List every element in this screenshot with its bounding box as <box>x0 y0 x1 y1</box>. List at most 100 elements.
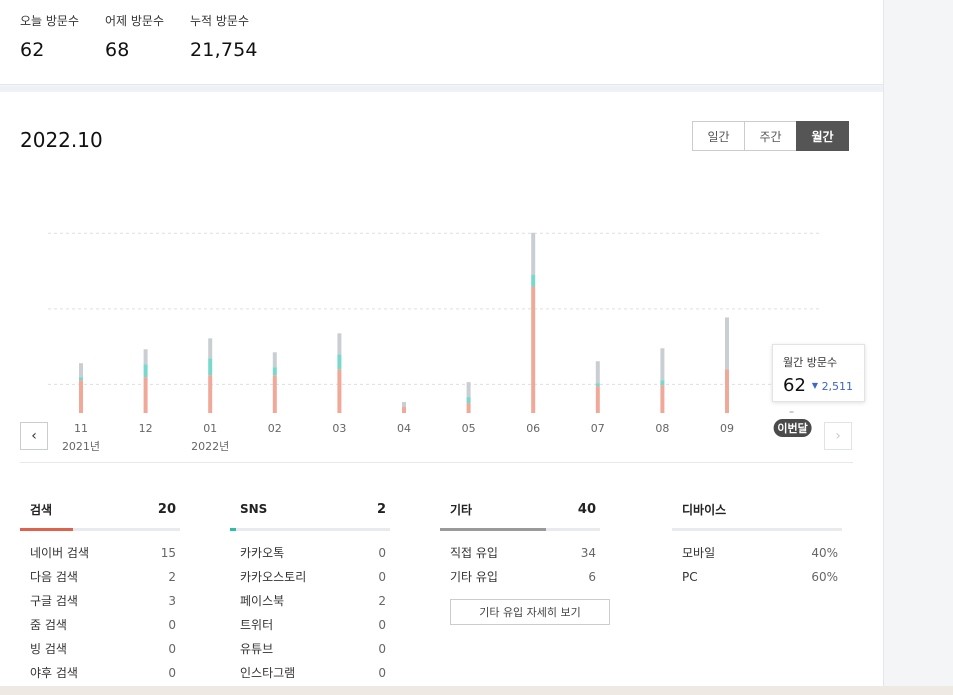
tick-label: 01 <box>203 422 217 435</box>
device-title: 디바이스 <box>682 502 727 517</box>
bar-sns-6[interactable] <box>466 397 471 404</box>
sns-list-item: 카카오톡 0 <box>230 541 390 565</box>
sns-item-value: 0 <box>378 666 386 680</box>
tooltip-delta-value: 2,511 <box>821 380 854 393</box>
device-section: 디바이스 모바일 40% PC 60% <box>672 498 842 589</box>
yesterday-visits-value: 68 <box>105 39 130 61</box>
device-list-item: PC 60% <box>672 565 842 589</box>
chart-prev-button[interactable]: ‹ <box>20 422 48 450</box>
search-list-item: 빙 검색 0 <box>20 637 180 661</box>
bar-sns-1[interactable] <box>143 364 148 378</box>
tick-label: 이번달 <box>777 421 807 435</box>
total-visits-value: 21,754 <box>190 39 258 61</box>
bar-etc-3[interactable] <box>272 352 277 368</box>
sns-item-label: 카카오톡 <box>240 546 285 560</box>
bar-etc-6[interactable] <box>466 382 471 398</box>
sns-item-label: 카카오스토리 <box>240 570 307 584</box>
tick-label: 12 <box>139 422 153 435</box>
search-list-item: 줌 검색 0 <box>20 613 180 637</box>
tick-label: 04 <box>397 422 411 435</box>
search-item-label: 네이버 검색 <box>30 546 90 560</box>
sns-total: 2 <box>376 501 386 517</box>
bar-etc-1[interactable] <box>143 349 148 365</box>
sns-title: SNS <box>240 502 268 516</box>
bar-sns-9[interactable] <box>660 380 665 386</box>
sns-list-item: 카카오스토리 0 <box>230 565 390 589</box>
sns-item-value: 0 <box>378 570 386 584</box>
etc-total: 40 <box>577 501 596 517</box>
divider <box>20 462 853 463</box>
bar-sns-3[interactable] <box>272 367 277 376</box>
bar-search-6[interactable] <box>466 403 471 413</box>
search-title: 검색 <box>30 502 53 517</box>
bar-sns-0[interactable] <box>79 377 83 381</box>
bar-search-4[interactable] <box>337 369 342 413</box>
sns-list-item: 유튜브 0 <box>230 637 390 661</box>
search-item-label: 줌 검색 <box>30 618 67 632</box>
bar-etc-4[interactable] <box>337 333 342 355</box>
search-item-value: 0 <box>168 618 176 632</box>
sns-item-value: 2 <box>378 594 386 608</box>
bar-etc-10[interactable] <box>725 317 729 370</box>
bar-search-2[interactable] <box>208 375 213 413</box>
today-visits-value: 62 <box>20 39 45 61</box>
device-divider <box>672 528 842 531</box>
tick-label: 09 <box>720 422 734 435</box>
total-visits: 누적 방문수 21,754 <box>190 12 258 61</box>
bar-sns-8[interactable] <box>595 383 600 387</box>
bar-sns-4[interactable] <box>337 354 342 370</box>
sns-item-label: 트위터 <box>240 618 274 632</box>
bar-etc-0[interactable] <box>79 363 83 378</box>
sns-list-item: 페이스북 2 <box>230 589 390 613</box>
bar-search-9[interactable] <box>660 385 665 413</box>
sns-section: SNS 2 카카오톡 0 카카오스토리 0 페이스북 2 트위터 0 유튜브 0 인스타그램 0 <box>230 498 390 685</box>
tick-label: 03 <box>332 422 346 435</box>
tooltip-value: 62 <box>783 375 806 396</box>
bar-etc-11[interactable] <box>789 411 794 413</box>
visit-summary-card: 오늘 방문수 62 어제 방문수 68 누적 방문수 21,754 <box>0 0 883 85</box>
bar-etc-5[interactable] <box>402 402 406 408</box>
chart-tooltip: 월간 방문수 62 ▼ 2,511 <box>772 344 865 402</box>
tooltip-delta: ▼ 2,511 <box>812 380 853 393</box>
bar-search-0[interactable] <box>79 380 83 413</box>
search-item-label: 빙 검색 <box>30 642 67 656</box>
sns-item-label: 페이스북 <box>240 594 285 608</box>
bar-search-5[interactable] <box>402 407 406 413</box>
etc-item-value: 34 <box>580 546 596 560</box>
bar-sns-2[interactable] <box>208 358 213 376</box>
search-item-value: 0 <box>168 666 176 680</box>
bar-search-10[interactable] <box>725 369 729 413</box>
yesterday-visits: 어제 방문수 68 <box>105 12 164 61</box>
etc-detail-button[interactable]: 기타 유입 자세히 보기 <box>450 599 610 625</box>
bar-sns-7[interactable] <box>531 274 536 287</box>
bar-etc-7[interactable] <box>531 232 536 275</box>
sns-item-value: 0 <box>378 618 386 632</box>
bar-search-7[interactable] <box>531 286 536 413</box>
bar-etc-9[interactable] <box>660 348 665 381</box>
year-label: 2022년 <box>191 440 229 453</box>
sns-list: 카카오톡 0 카카오스토리 0 페이스북 2 트위터 0 유튜브 0 인스타그램 0 <box>230 541 390 685</box>
chevron-right-icon: › <box>835 428 841 444</box>
chevron-left-icon: ‹ <box>31 428 37 444</box>
etc-list-item: 직접 유입 34 <box>440 541 600 565</box>
chart-next-button[interactable]: › <box>824 422 852 450</box>
bar-etc-8[interactable] <box>595 361 600 384</box>
search-item-label: 구글 검색 <box>30 594 78 608</box>
sns-item-label: 인스타그램 <box>240 666 296 680</box>
search-item-value: 0 <box>168 642 176 656</box>
etc-section: 기타 40 직접 유입 34 기타 유입 6 기타 유입 자세히 보기 <box>440 498 610 625</box>
sns-item-value: 0 <box>378 642 386 656</box>
bar-search-1[interactable] <box>143 377 148 413</box>
bar-search-3[interactable] <box>272 375 277 413</box>
bar-search-8[interactable] <box>595 386 600 413</box>
search-list-item: 다음 검색 2 <box>20 565 180 589</box>
etc-item-value: 6 <box>588 570 596 584</box>
search-item-value: 2 <box>168 570 176 584</box>
bar-etc-2[interactable] <box>208 338 213 359</box>
search-item-label: 야후 검색 <box>30 666 78 680</box>
sns-list-item: 인스타그램 0 <box>230 661 390 685</box>
device-item-label: PC <box>682 570 698 584</box>
right-gutter <box>883 0 953 695</box>
search-item-value: 15 <box>160 546 176 560</box>
etc-list-item: 기타 유입 6 <box>440 565 600 589</box>
